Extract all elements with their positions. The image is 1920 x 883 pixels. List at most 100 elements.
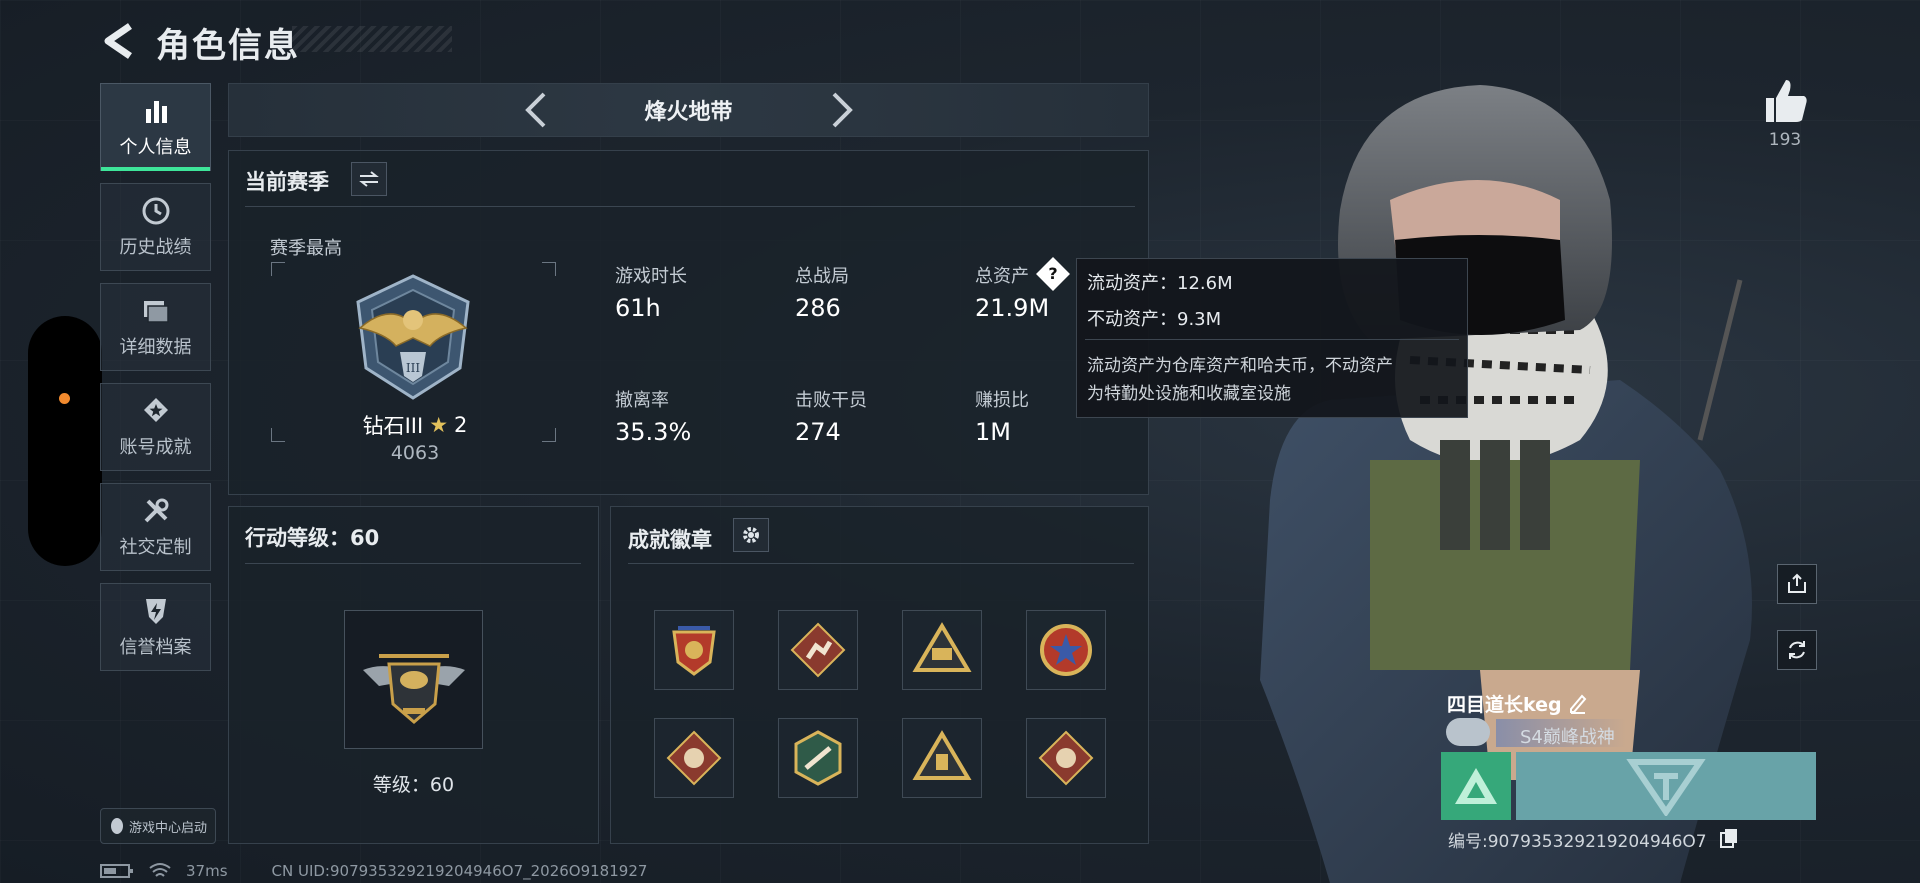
triangle-badge-icon: [912, 622, 972, 672]
penguin-icon: [110, 818, 123, 834]
stat-label: 击败干员: [795, 390, 867, 411]
question-icon: ?: [1048, 264, 1058, 283]
dragon-badge-icon: [666, 730, 722, 786]
frame-corner: [271, 262, 285, 276]
season-best-label: 赛季最高: [270, 238, 342, 259]
copy-icon[interactable]: [1720, 828, 1738, 848]
mode-name: 烽火地带: [644, 100, 733, 125]
stat-value: 61h: [615, 294, 661, 322]
diamond-rank-emblem-icon: III: [356, 274, 470, 400]
badges-title: 成就徽章: [628, 528, 712, 552]
player-banner: [1516, 752, 1816, 820]
stat-matches: 总战局 286: [795, 262, 849, 322]
badges-settings-button[interactable]: [733, 518, 769, 552]
stat-label: 游戏时长: [615, 266, 687, 287]
ping-value: 37ms: [186, 862, 228, 880]
sidebar-item-credit[interactable]: 信誉档案: [100, 583, 211, 671]
badge-slot[interactable]: [1026, 610, 1106, 690]
team-emblem: [1441, 752, 1511, 820]
banner-logo-icon: [1626, 759, 1706, 816]
player-name: 四目道长keg: [1447, 694, 1562, 716]
sidebar-item-label: 社交定制: [119, 537, 192, 558]
tooltip-desc-2: 为特勤处设施和收藏室设施: [1087, 384, 1291, 404]
refresh-icon: [1789, 641, 1805, 659]
tooltip-liquid: 流动资产：12.6M: [1087, 273, 1233, 294]
edit-name-icon[interactable]: [1568, 692, 1588, 714]
next-mode-arrow-icon[interactable]: [822, 88, 862, 132]
status-bar: 37ms CN UID:907935329219204946O7_2026O91…: [100, 862, 647, 880]
stat-kills: 击败干员 274: [795, 386, 867, 446]
badge-slot[interactable]: [654, 718, 734, 798]
title-decoration: [292, 26, 452, 52]
bar-chart-icon: [145, 101, 167, 123]
frame-corner: [542, 428, 556, 442]
badge-slot[interactable]: [1026, 718, 1106, 798]
sidebar-item-label: 个人信息: [119, 137, 192, 158]
sidebar-item-profile[interactable]: 个人信息: [100, 83, 211, 171]
sidebar-item-label: 历史战绩: [119, 237, 192, 258]
divider: [245, 563, 581, 564]
divider: [628, 563, 1134, 564]
history-icon: [142, 197, 169, 225]
divider: [1085, 339, 1459, 340]
hex-weapon-badge-icon: [794, 730, 842, 786]
badge-slot[interactable]: [654, 610, 734, 690]
wifi-icon: [149, 863, 171, 877]
stat-value: 1M: [975, 418, 1011, 446]
refresh-button[interactable]: [1777, 630, 1817, 670]
sidebar-item-achievements[interactable]: 账号成就: [100, 383, 211, 471]
triangle-crate-badge-icon: [912, 730, 972, 780]
shield-bolt-icon: [145, 599, 166, 624]
stat-playtime: 游戏时长 61h: [615, 262, 687, 322]
level-emblem-frame: [344, 610, 483, 749]
svg-text:III: III: [406, 361, 420, 375]
thumbs-up-icon[interactable]: [1760, 76, 1810, 126]
folders-icon: [143, 301, 169, 323]
rank-display: 钻石III ★ 2: [330, 410, 500, 440]
share-button[interactable]: [1777, 564, 1817, 604]
back-arrow-icon[interactable]: [100, 20, 136, 62]
runner-badge-icon: [790, 622, 846, 678]
uid-text: CN UID:907935329219204946O7_2026O9181927: [271, 862, 648, 880]
frame-corner: [542, 262, 556, 276]
honor-badge-icon: [1446, 718, 1490, 746]
season-switch-button[interactable]: [351, 162, 387, 196]
like-count: 193: [1768, 130, 1802, 150]
divider: [245, 206, 1135, 207]
badge-slot[interactable]: [778, 718, 858, 798]
prev-mode-arrow-icon[interactable]: [516, 88, 556, 132]
tooltip-fixed: 不动资产：9.3M: [1087, 309, 1222, 330]
star-icon: ★: [429, 413, 449, 437]
badge-slot[interactable]: [902, 610, 982, 690]
sidebar-item-history[interactable]: 历史战绩: [100, 183, 211, 271]
game-center-launch-button[interactable]: 游戏中心启动: [100, 808, 216, 844]
dragon-badge-icon: [1038, 730, 1094, 786]
sidebar-item-details[interactable]: 详细数据: [100, 283, 211, 371]
swap-icon: [359, 171, 379, 187]
triangle-logo-icon: [1455, 768, 1497, 804]
star-seal-badge-icon: [1040, 624, 1092, 676]
helicopter-emblem-icon: [362, 653, 465, 724]
stat-profit-ratio: 赚损比 1M: [975, 386, 1029, 446]
battery-icon: [100, 864, 133, 878]
honor-title: S4巅峰战神: [1520, 727, 1615, 748]
rank-points: 4063: [390, 442, 440, 464]
frame-corner: [271, 428, 285, 442]
floating-side-handle[interactable]: [28, 316, 102, 566]
badge-slot[interactable]: [778, 610, 858, 690]
launch-label: 游戏中心启动: [128, 820, 207, 836]
rank-stars: 2: [454, 413, 468, 437]
share-icon: [1788, 573, 1806, 593]
page-title: 角色信息: [156, 26, 300, 66]
player-id: 编号:907935329219204946O7: [1448, 832, 1707, 852]
badge-slot[interactable]: [902, 718, 982, 798]
stat-value: 35.3%: [615, 418, 692, 446]
rank-name: 钻石III: [362, 414, 424, 438]
sidebar-item-label: 账号成就: [119, 437, 192, 458]
sidebar-item-social[interactable]: 社交定制: [100, 483, 211, 571]
stat-label: 赚损比: [975, 390, 1029, 411]
level-label: 等级：60: [372, 774, 455, 796]
medal-icon: [143, 398, 168, 422]
tooltip-desc-1: 流动资产为仓库资产和哈夫币，不动资产: [1087, 356, 1393, 376]
stat-label: 总战局: [795, 266, 849, 287]
